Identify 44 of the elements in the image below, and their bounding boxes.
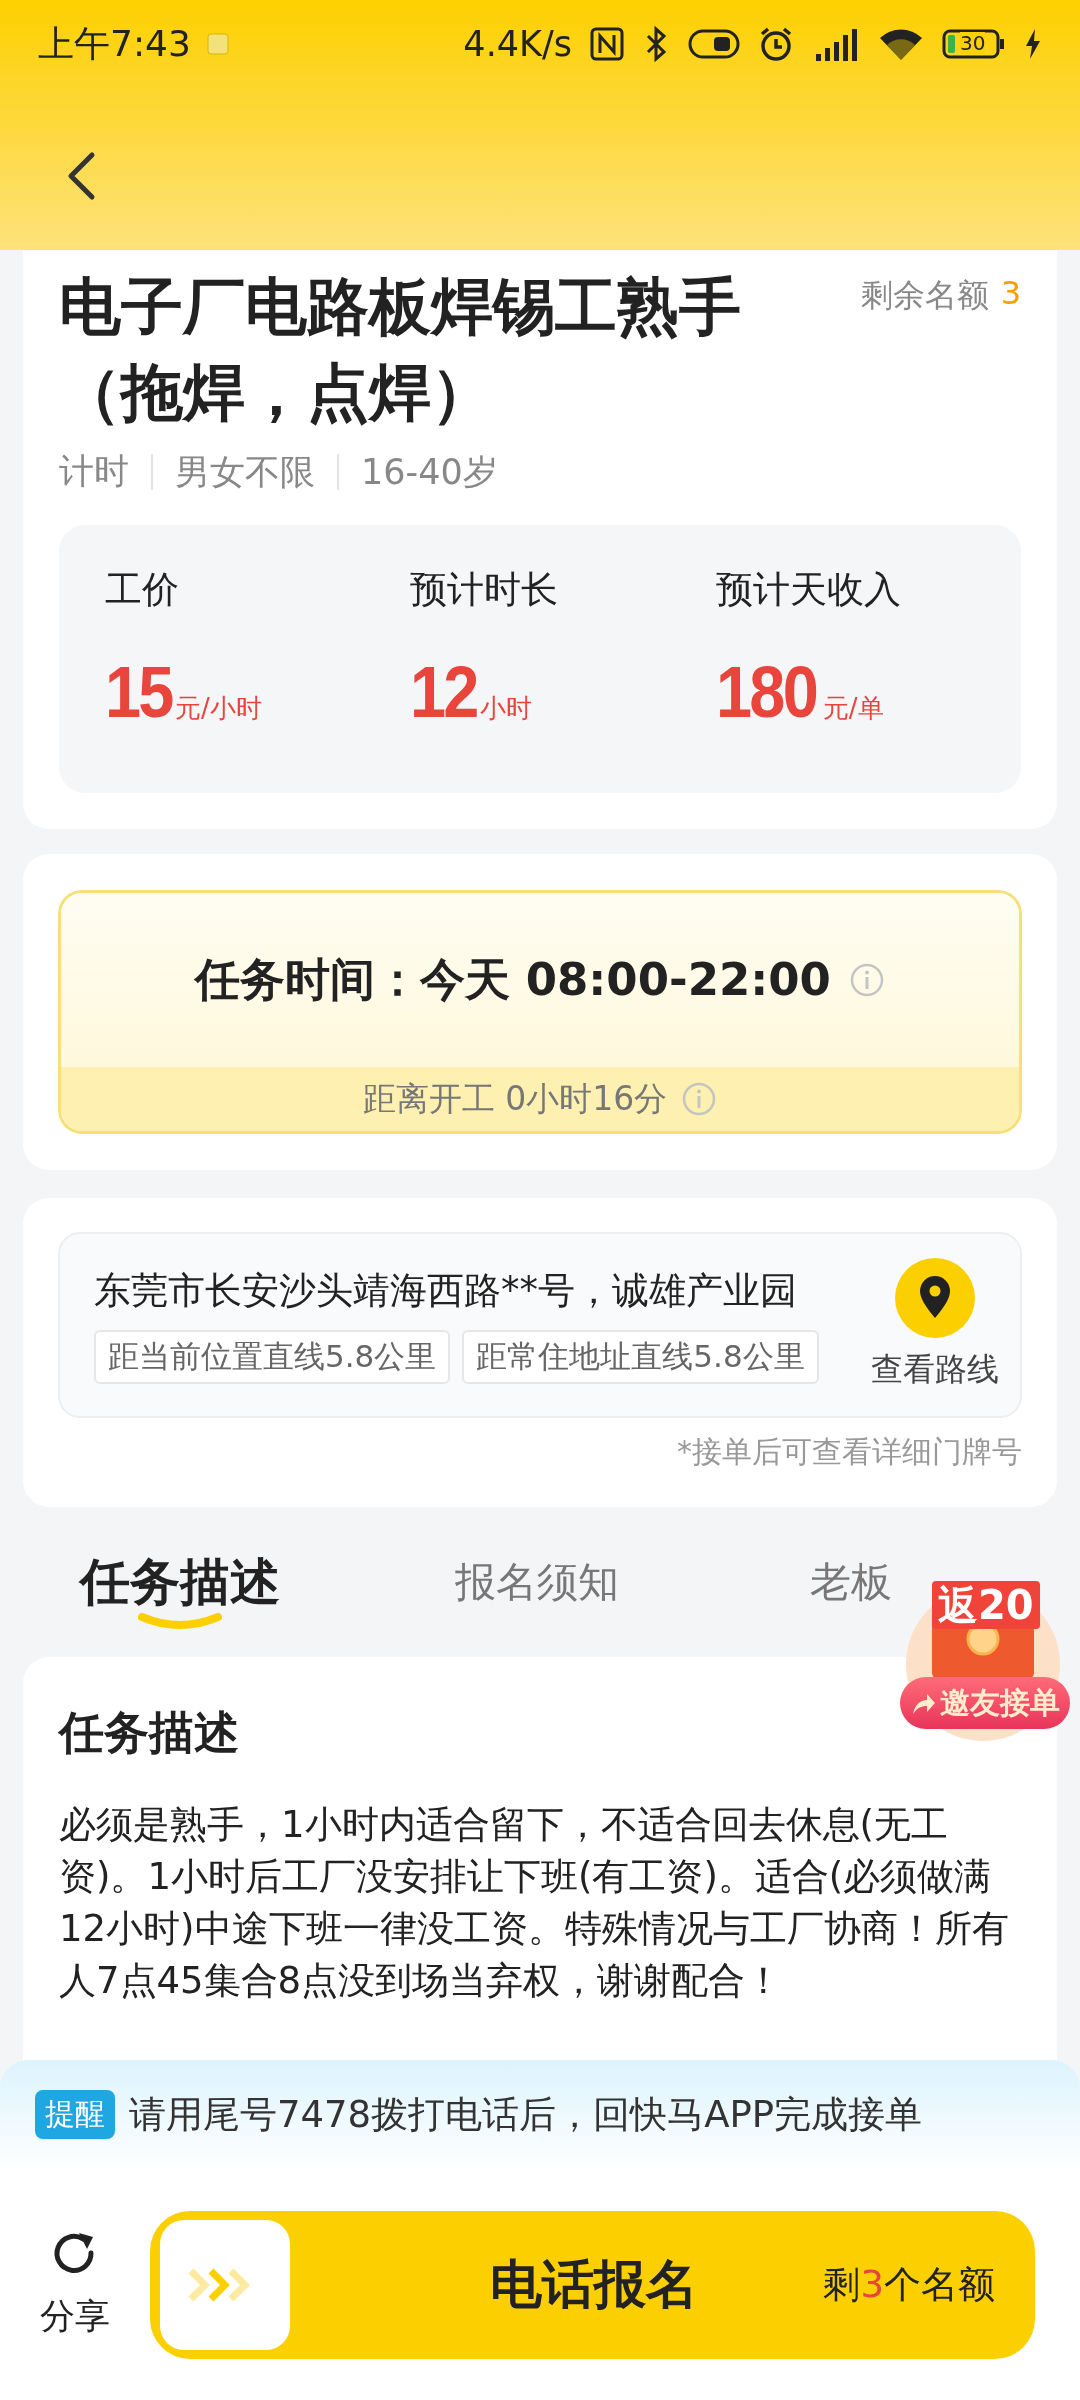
description-text: 必须是熟手，1小时内适合留下，不适合回去休息(无工资)。1小时后工厂没安排让下班(有工资)。适合(必须做满12小时)中途下班一律没工资。特殊情况与工厂协商！所有人7点45集合8点没到场当弃权，谢谢配合！ xyxy=(59,1802,1010,2004)
stat-value: 180 xyxy=(715,651,816,733)
wifi-icon xyxy=(878,26,924,62)
nfc-icon xyxy=(590,27,624,61)
start-countdown: 距离开工 0小时16分 xyxy=(362,1077,668,1120)
stat-unit: 元/小时 xyxy=(175,692,262,725)
task-time: 任务时间：今天 08:00-22:00 xyxy=(195,952,831,1008)
quota-count: 3 xyxy=(1000,274,1021,314)
address-text: 东莞市长安沙头靖海西路**号，诚雄产业园 xyxy=(94,1268,798,1314)
job-tag: 男女不限 xyxy=(151,453,315,490)
stat-label: 预计时长 xyxy=(410,567,560,613)
location-pin-icon[interactable] xyxy=(895,1258,975,1338)
toggle-icon xyxy=(688,28,740,60)
battery-percent: 30 xyxy=(960,32,986,54)
tab[interactable]: 老板 xyxy=(810,1547,892,1617)
job-title: 电子厂电路板焊锡工熟手（拖焊，点焊） xyxy=(59,269,742,431)
job-tag: 计时 xyxy=(59,448,129,495)
remaining-slots: 剩3个名额 xyxy=(823,2260,995,2310)
tab[interactable]: 报名须知 xyxy=(455,1547,619,1617)
stat-value: 12 xyxy=(410,651,477,733)
distance-chip: 距当前位置直线5.8公里 xyxy=(94,1330,451,1384)
reminder-tag: 提醒 xyxy=(35,2090,115,2139)
stat-label: 预计天收入 xyxy=(715,567,902,613)
stat-value: 15 xyxy=(105,651,172,733)
battery-icon xyxy=(942,28,1006,60)
share-button[interactable]: 分享 xyxy=(40,2230,110,2340)
route-link[interactable]: 查看路线 xyxy=(871,1348,999,1392)
call-signup-button[interactable]: 电话报名 xyxy=(290,2249,824,2321)
tab[interactable]: 任务描述 xyxy=(80,1547,280,1643)
job-tag: 16-40岁 xyxy=(337,453,498,490)
stat-unit: 小时 xyxy=(480,692,533,725)
quota-label: 剩余名额 xyxy=(860,275,989,316)
address-note: *接单后可查看详细门牌号 xyxy=(676,1433,1022,1471)
stat-label: 工价 xyxy=(105,567,180,613)
network-speed: 4.4K/s xyxy=(463,24,572,64)
cashback-badge: 返20 xyxy=(932,1581,1040,1629)
status-time: 上午7:43 xyxy=(38,21,191,66)
back-icon[interactable] xyxy=(66,151,96,201)
distance-chip: 距常住地址直线5.8公里 xyxy=(462,1330,819,1384)
alarm-icon xyxy=(758,26,794,62)
stat-unit: 元/单 xyxy=(822,692,884,725)
section-heading: 任务描述 xyxy=(59,1705,240,1761)
reminder-text: 请用尾号7478拨打电话后，回快马APP完成接单 xyxy=(129,2092,923,2138)
charging-icon xyxy=(1024,28,1042,60)
